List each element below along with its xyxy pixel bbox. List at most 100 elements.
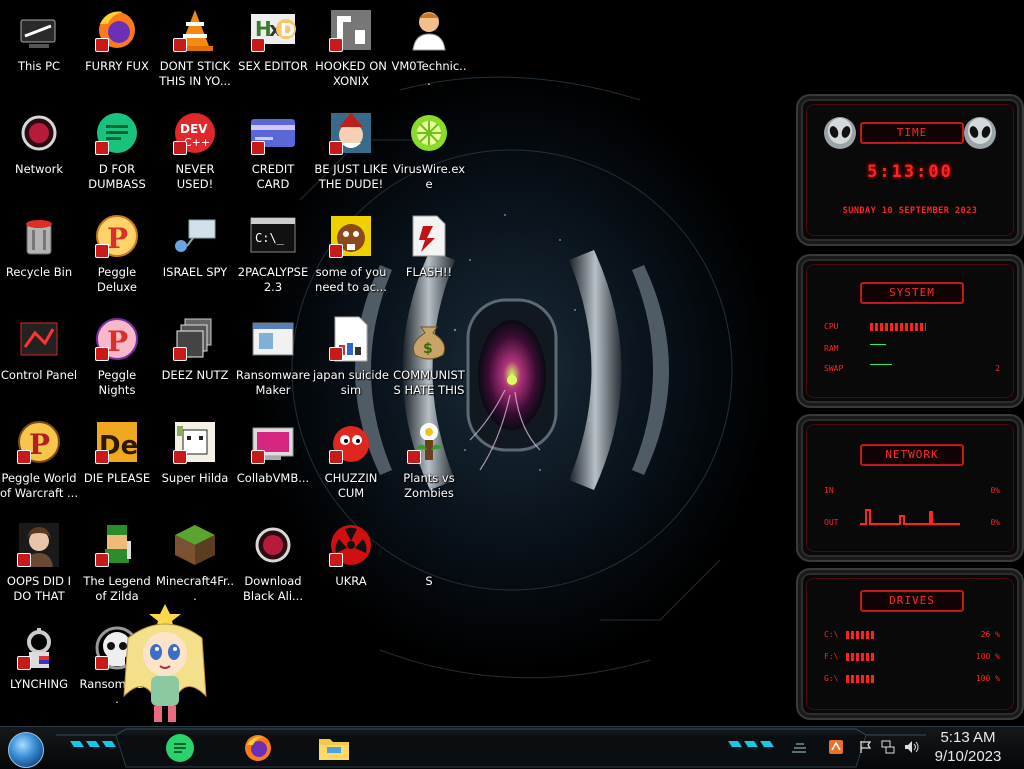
desktop-icon-label: Ransomware Maker Build...: [235, 368, 311, 397]
collabvm-icon: [249, 418, 297, 466]
desktop-icon-label: Peggle Deluxe: [97, 265, 137, 294]
control-panel-icon: [15, 315, 63, 363]
desktop-icon[interactable]: DEV C++ NEVER USED!: [156, 105, 234, 203]
network-out-row: OUT 0%: [824, 516, 1000, 530]
desktop-icon[interactable]: Download Black Ali...: [234, 517, 312, 615]
ram-row: RAM: [824, 342, 1000, 356]
swap-value: 2: [995, 364, 1000, 373]
desktop-icon[interactable]: Ransomware Maker Build...: [234, 311, 312, 409]
desktop-icon[interactable]: Plants vs Zombies: [390, 414, 468, 512]
drive-label: C:\: [824, 630, 839, 639]
start-button[interactable]: [8, 732, 44, 768]
desktop-icon[interactable]: BE JUST LIKE THE DUDE!: [312, 105, 390, 203]
desktop-icon[interactable]: VM0Technic...: [390, 2, 468, 100]
desktop-icon[interactable]: some of you need to ac...: [312, 208, 390, 306]
drive-usage-value: 100 %: [975, 674, 1000, 683]
network-in-label: IN: [824, 486, 834, 495]
desktop-icon[interactable]: FURRY FUX: [78, 2, 156, 100]
desktop-icon[interactable]: C:\_ 2PACALYPSE 2.3: [234, 208, 312, 306]
desktop-icon[interactable]: Super Hilda: [156, 414, 234, 512]
desktop-icon[interactable]: ISRAEL SPY: [156, 208, 234, 306]
desktop-icon-label: Super Hilda: [161, 471, 229, 485]
desktop-icon-label: COMMUNISTS HATE THIS G...: [393, 368, 465, 397]
desktop-icon-label: OOPS DID I DO THAT: [6, 574, 72, 603]
network-widget-title: NETWORK: [860, 444, 964, 466]
desktop-icon-label: japan suicide sim: [313, 368, 389, 397]
time-widget: TIME 5:13:00 SUNDAY 10 SEPTEMBER 2023: [796, 94, 1024, 246]
run-as-admin-shield-icon: [95, 553, 109, 567]
desktop-icon[interactable]: P Peggle Deluxe: [78, 208, 156, 306]
drive-row: C:\ 26 %: [824, 628, 1000, 642]
taskbar-notes-app[interactable]: [158, 731, 202, 765]
die-icon: De: [93, 418, 141, 466]
drive-row: F:\ 100 %: [824, 650, 1000, 664]
firefox-icon: [93, 6, 141, 54]
svg-text:$: $: [423, 341, 433, 357]
ransomware-builder-icon: [249, 315, 297, 363]
desktop-icon[interactable]: Control Panel: [0, 311, 78, 409]
desktop-icon[interactable]: UKRA: [312, 517, 390, 615]
desktop-icon[interactable]: Hx D SEX EDITOR: [234, 2, 312, 100]
desktop-icon-label: 2PACALYPSE 2.3: [237, 265, 309, 294]
taskbar-firefox-app[interactable]: [236, 731, 280, 765]
network-spy-icon: [171, 212, 219, 260]
desktop-icon[interactable]: This PC: [0, 2, 78, 100]
desktop-icon-label: LYNCHING: [9, 677, 69, 691]
desktop-icon-label: VirusWire.exe: [392, 162, 465, 191]
run-as-admin-shield-icon: [173, 141, 187, 155]
drive-usage-value: 100 %: [975, 652, 1000, 661]
lynching-icon: [15, 624, 63, 672]
cpu-row: CPU: [824, 320, 1000, 334]
run-as-admin-shield-icon: [17, 656, 31, 670]
svg-text:P: P: [107, 325, 128, 358]
run-as-admin-shield-icon: [329, 141, 343, 155]
desktop-icon[interactable]: D FOR DUMBASS: [78, 105, 156, 203]
clock-date: 9/10/2023: [934, 748, 1002, 765]
desktop-icon[interactable]: Network: [0, 105, 78, 203]
desktop-icon[interactable]: FLASH!!: [390, 208, 468, 306]
desktop-icon[interactable]: LYNCHING: [0, 620, 78, 718]
desktop-icon[interactable]: CollabVMB...: [234, 414, 312, 512]
xonix-icon: [327, 6, 375, 54]
desktop-icon[interactable]: P Peggle World of Warcraft ...: [0, 414, 78, 512]
desktop-icon-label: NEVER USED!: [175, 162, 215, 191]
network-tray-icon[interactable]: [880, 740, 896, 754]
volume-icon[interactable]: [904, 740, 920, 754]
desktop-icon[interactable]: DONT STICK THIS IN YO...: [156, 2, 234, 100]
desktop-icon[interactable]: VirusWire.exe: [390, 105, 468, 203]
drive-label: G:\: [824, 674, 839, 683]
desktop-icon-label: S: [425, 574, 433, 588]
desktop-icon[interactable]: P Peggle Nights Deluxe: [78, 311, 156, 409]
desktop-icon-label: Plants vs Zombies: [403, 471, 455, 500]
desktop-icon[interactable]: OOPS DID I DO THAT: [0, 517, 78, 615]
desktop-icon[interactable]: DEEZ NUTZ: [156, 311, 234, 409]
desktop-icon-label: DONT STICK THIS IN YO...: [159, 59, 231, 88]
run-as-admin-shield-icon: [329, 38, 343, 52]
time-widget-title: TIME: [860, 122, 964, 144]
drive-label: F:\: [824, 652, 839, 661]
show-hidden-icons-icon[interactable]: [790, 741, 806, 755]
run-as-admin-shield-icon: [95, 38, 109, 52]
taskbar-clock[interactable]: 5:13 AM 9/10/2023: [928, 728, 1008, 766]
action-center-flag-icon[interactable]: [857, 740, 873, 754]
run-as-admin-shield-icon: [95, 141, 109, 155]
desktop-icon[interactable]: Recycle Bin: [0, 208, 78, 306]
desktop-icon[interactable]: japan suicide sim: [312, 311, 390, 409]
desktop-icon[interactable]: HOOKED ON XONIX: [312, 2, 390, 100]
desktop-icon[interactable]: De DIE PLEASE: [78, 414, 156, 512]
tray-app-icon[interactable]: [828, 740, 844, 754]
desktop-icon[interactable]: CHUZZIN CUM: [312, 414, 390, 512]
desktop-icon[interactable]: CREDIT CARD CHECKER: [234, 105, 312, 203]
desktop-icon[interactable]: S: [390, 517, 468, 615]
ram-label: RAM: [824, 344, 839, 353]
desktop-icon-label: CollabVMB...: [236, 471, 310, 485]
plants-vs-zombies-icon: [405, 418, 453, 466]
notes-app-icon: [166, 734, 194, 762]
svg-text:P: P: [107, 222, 128, 255]
this-pc-icon: [15, 6, 63, 54]
drives-widget-title: DRIVES: [860, 590, 964, 612]
drive-row: G:\ 100 %: [824, 672, 1000, 686]
desktop-icon[interactable]: $ COMMUNISTS HATE THIS G...: [390, 311, 468, 409]
taskbar-file-explorer-app[interactable]: [312, 731, 356, 765]
cpu-label: CPU: [824, 322, 839, 331]
